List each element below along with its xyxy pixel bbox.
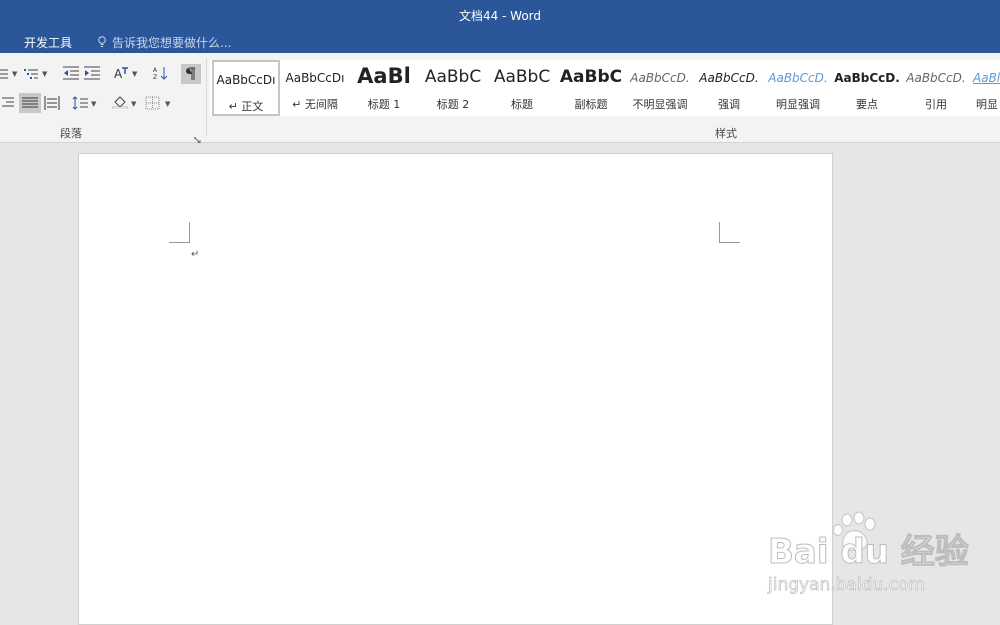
style-intense-emphasis[interactable]: AaBbCcD. 明显强调 — [764, 60, 832, 116]
style-name: ↵ 无间隔 — [292, 98, 338, 111]
borders-dropdown-icon[interactable]: ▼ — [165, 100, 170, 108]
align-right-icon[interactable] — [0, 96, 14, 110]
style-sample: AaBbC — [559, 67, 623, 87]
watermark-url: jingyan.baidu.com — [767, 575, 925, 595]
style-sample: AaBbCcDı — [285, 71, 345, 85]
tell-me-search[interactable]: 告诉我您想要做什么... — [97, 34, 231, 51]
style-sample: AaBbCcDı — [216, 73, 276, 87]
shading-dropdown-icon[interactable]: ▼ — [131, 100, 136, 108]
style-name: 强调 — [718, 98, 740, 111]
style-normal[interactable]: AaBbCcDı ↵ 正文 — [212, 60, 280, 116]
style-name: 副标题 — [574, 98, 608, 111]
multilevel-dropdown-icon[interactable]: ▼ — [42, 70, 47, 78]
styles-gallery: AaBbCcDı ↵ 正文 AaBbCcDı ↵ 无间隔 AaBl 标题 1 A… — [210, 60, 1000, 116]
tell-me-placeholder: 告诉我您想要做什么... — [112, 36, 232, 50]
style-name: 明显强调 — [776, 98, 820, 111]
style-name: 要点 — [856, 98, 878, 111]
style-sample: AaBbCcD. — [768, 71, 828, 85]
paragraph-mark: ↵ — [191, 249, 200, 260]
style-name: 标题 1 — [367, 98, 401, 111]
group-separator — [206, 58, 207, 136]
increase-indent-icon[interactable] — [84, 66, 100, 80]
style-sample: AaBbC — [424, 67, 482, 87]
styles-group-label: 样式 — [715, 127, 737, 140]
style-heading-2[interactable]: AaBbC 标题 2 — [419, 60, 487, 116]
title-bar: 文档44 - Word 开发工具 告诉我您想要做什么... — [0, 0, 1000, 53]
borders-icon[interactable] — [145, 96, 161, 110]
svg-text:Z: Z — [153, 74, 157, 80]
window-title: 文档44 - Word — [458, 9, 542, 23]
style-sample: AaBbCcD. — [906, 71, 966, 85]
style-name: 标题 2 — [436, 98, 470, 111]
crop-mark-left-icon — [169, 222, 190, 243]
watermark-brand: Bai du 经验 — [768, 532, 969, 572]
style-strong[interactable]: AaBbCcD. 要点 — [833, 60, 901, 116]
decrease-indent-icon[interactable] — [63, 66, 79, 80]
style-no-spacing[interactable]: AaBbCcDı ↵ 无间隔 — [281, 60, 349, 116]
paragraph-dialog-launcher-icon[interactable] — [193, 129, 201, 144]
style-name: 标题 — [511, 98, 533, 111]
baidu-watermark: Bai du 经验 jingyan.baidu.com — [766, 508, 996, 608]
style-emphasis[interactable]: AaBbCcD. 强调 — [695, 60, 763, 116]
bullets-dropdown-icon[interactable]: ▼ — [12, 70, 17, 78]
style-name: 引用 — [925, 98, 947, 111]
style-sample: AaBl — [357, 64, 411, 88]
crop-mark-right-icon — [719, 222, 740, 243]
style-name: 不明显强调 — [632, 98, 688, 111]
asian-layout-icon[interactable]: A — [113, 66, 129, 80]
paragraph-group-label: 段落 — [60, 127, 82, 140]
line-spacing-icon[interactable] — [72, 96, 88, 110]
style-sample: AaBl — [973, 71, 1000, 85]
tab-developer[interactable]: 开发工具 — [24, 34, 72, 51]
svg-text:A: A — [153, 67, 158, 74]
multilevel-list-icon[interactable] — [24, 67, 40, 81]
svg-text:A: A — [114, 67, 123, 80]
asian-layout-dropdown-icon[interactable]: ▼ — [132, 70, 137, 78]
show-formatting-icon[interactable] — [183, 67, 199, 81]
shading-icon[interactable] — [112, 95, 128, 109]
style-name: ↵ 正文 — [228, 100, 264, 113]
lightbulb-icon — [97, 36, 107, 48]
style-title[interactable]: AaBbC 标题 — [488, 60, 556, 116]
style-sample: AaBbCcD. — [699, 71, 759, 85]
style-subtle-emphasis[interactable]: AaBbCcD. 不明显强调 — [626, 60, 694, 116]
style-sample: AaBbCcD. — [834, 71, 900, 85]
style-quote[interactable]: AaBbCcD. 引用 — [902, 60, 970, 116]
sort-icon[interactable]: AZ — [153, 66, 169, 80]
style-sample: AaBbC — [493, 67, 551, 87]
bullets-icon[interactable] — [0, 67, 10, 81]
line-spacing-dropdown-icon[interactable]: ▼ — [91, 100, 96, 108]
style-heading-1[interactable]: AaBl 标题 1 — [350, 60, 418, 116]
distributed-icon[interactable] — [44, 96, 60, 110]
style-name: 明显 — [976, 98, 998, 111]
style-subtitle[interactable]: AaBbC 副标题 — [557, 60, 625, 116]
justify-icon[interactable] — [22, 96, 38, 110]
style-intense-quote[interactable]: AaBl 明显 — [971, 60, 1000, 116]
style-sample: AaBbCcD. — [630, 71, 690, 85]
